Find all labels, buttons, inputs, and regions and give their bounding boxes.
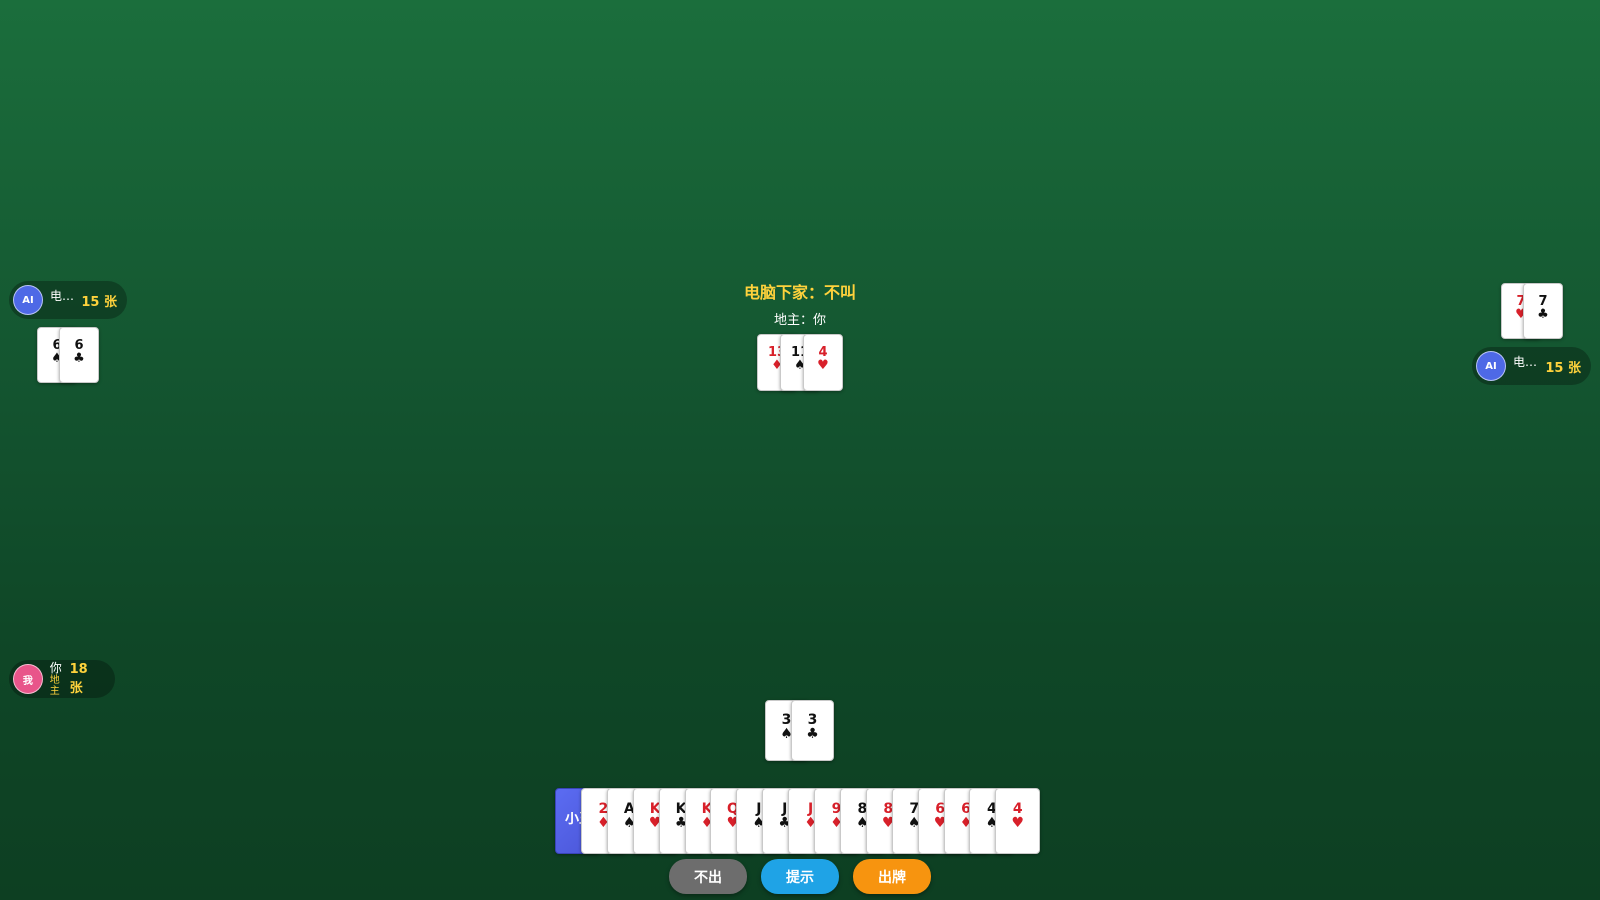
card-rank: 4	[1012, 801, 1023, 817]
card-count: 15 张	[1545, 360, 1581, 376]
card-count: 18 张	[69, 662, 88, 696]
card-suit: ♥	[817, 358, 829, 373]
hand-card[interactable]: 4 ♥	[995, 788, 1041, 854]
played-card: 6 ♣	[59, 327, 99, 383]
played-card: 7 ♣	[1523, 283, 1563, 339]
player-me-badge: 我 你 地主 18 张	[9, 660, 115, 698]
player-left-badge: AI 电… 15 张	[9, 281, 127, 319]
player-role: 地主	[49, 674, 60, 697]
card-suit: ♣	[73, 351, 85, 366]
last-action-text: 电脑下家：不叫	[743, 283, 856, 302]
avatar-icon: AI	[1476, 351, 1506, 381]
bottom-card: 4 ♥	[803, 334, 843, 391]
hint-button[interactable]: 提示	[761, 859, 839, 894]
player-name: 电…	[1513, 354, 1538, 369]
player-name: 你	[49, 660, 62, 675]
player-right-badge: AI 电… 15 张	[1472, 347, 1591, 385]
played-card: 3 ♣	[791, 700, 834, 761]
card-suit: ♥	[1011, 815, 1025, 831]
card-count: 15 张	[81, 294, 117, 310]
avatar-icon: AI	[13, 285, 43, 315]
pass-button[interactable]: 不出	[669, 859, 747, 894]
landlord-text: 地主：你	[773, 313, 826, 328]
avatar-icon: 我	[13, 664, 43, 694]
card-rank: 3	[807, 712, 818, 728]
card-suit: ♣	[1537, 307, 1549, 322]
player-name: 电…	[50, 288, 75, 303]
play-button[interactable]: 出牌	[853, 859, 931, 894]
card-rank: 小王	[565, 812, 582, 826]
card-suit: ♣	[806, 726, 819, 742]
player-info: 你 地主	[49, 660, 70, 697]
